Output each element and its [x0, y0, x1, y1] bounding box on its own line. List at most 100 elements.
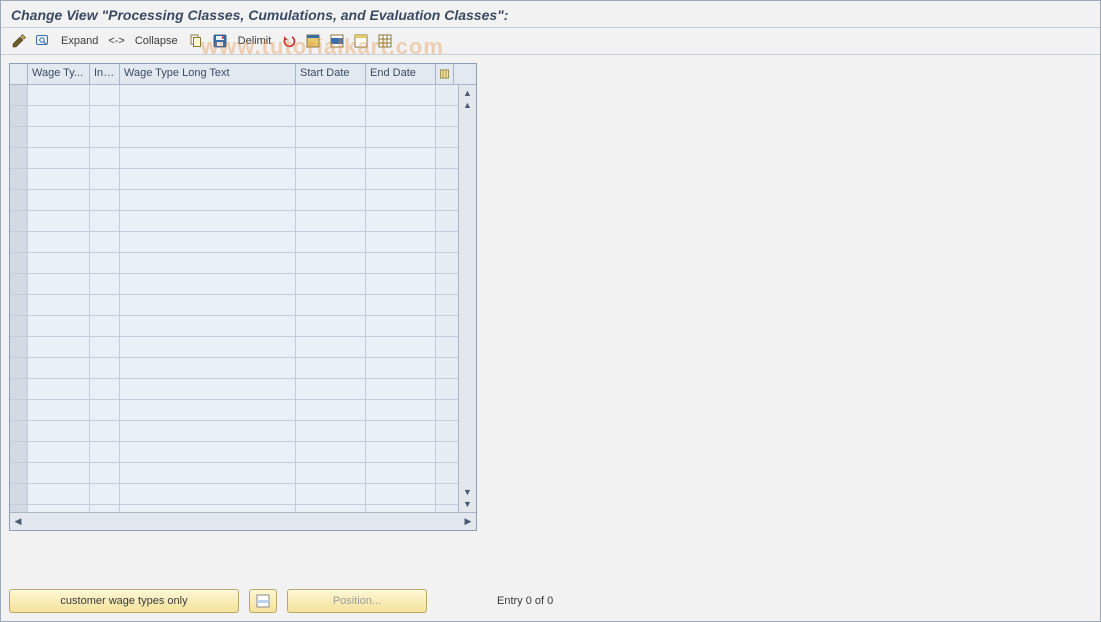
row-select-cell[interactable] [10, 169, 28, 189]
table-row[interactable] [10, 253, 458, 274]
cell-wage-type[interactable] [28, 274, 90, 294]
table-row[interactable] [10, 463, 458, 484]
cell-info[interactable] [90, 211, 120, 231]
table-row[interactable] [10, 295, 458, 316]
cell-wage-type-long[interactable] [120, 85, 296, 105]
cell-start-date[interactable] [296, 358, 366, 378]
table-row[interactable] [10, 358, 458, 379]
configuration-icon[interactable] [375, 32, 395, 50]
cell-wage-type[interactable] [28, 484, 90, 504]
table-row[interactable] [10, 85, 458, 106]
cell-wage-type[interactable] [28, 148, 90, 168]
cell-end-date[interactable] [366, 337, 436, 357]
select-block-icon[interactable] [327, 32, 347, 50]
cell-start-date[interactable] [296, 295, 366, 315]
cell-wage-type[interactable] [28, 211, 90, 231]
cell-end-date[interactable] [366, 253, 436, 273]
row-select-cell[interactable] [10, 358, 28, 378]
copy-icon[interactable] [186, 32, 206, 50]
cell-info[interactable] [90, 169, 120, 189]
cell-info[interactable] [90, 148, 120, 168]
grid-horizontal-scrollbar[interactable]: ◀ ▶ [10, 512, 476, 530]
cell-info[interactable] [90, 85, 120, 105]
table-row[interactable] [10, 127, 458, 148]
cell-end-date[interactable] [366, 85, 436, 105]
cell-start-date[interactable] [296, 169, 366, 189]
row-select-cell[interactable] [10, 337, 28, 357]
row-select-cell[interactable] [10, 295, 28, 315]
cell-end-date[interactable] [366, 379, 436, 399]
cell-start-date[interactable] [296, 505, 366, 512]
table-row[interactable] [10, 148, 458, 169]
cell-info[interactable] [90, 463, 120, 483]
collapse-button[interactable]: Collapse [131, 32, 182, 50]
cell-wage-type[interactable] [28, 232, 90, 252]
cell-wage-type-long[interactable] [120, 211, 296, 231]
table-row[interactable] [10, 106, 458, 127]
cell-wage-type-long[interactable] [120, 127, 296, 147]
cell-info[interactable] [90, 127, 120, 147]
cell-wage-type-long[interactable] [120, 484, 296, 504]
cell-end-date[interactable] [366, 106, 436, 126]
cell-info[interactable] [90, 442, 120, 462]
table-row[interactable] [10, 274, 458, 295]
cell-wage-type[interactable] [28, 190, 90, 210]
row-select-cell[interactable] [10, 421, 28, 441]
cell-wage-type-long[interactable] [120, 337, 296, 357]
cell-wage-type-long[interactable] [120, 232, 296, 252]
cell-info[interactable] [90, 190, 120, 210]
cell-start-date[interactable] [296, 253, 366, 273]
cell-start-date[interactable] [296, 400, 366, 420]
change-display-icon[interactable] [9, 32, 29, 50]
cell-wage-type-long[interactable] [120, 400, 296, 420]
cell-wage-type-long[interactable] [120, 505, 296, 512]
table-row[interactable] [10, 337, 458, 358]
row-select-cell[interactable] [10, 211, 28, 231]
table-row[interactable] [10, 484, 458, 505]
cell-wage-type[interactable] [28, 316, 90, 336]
scroll-down-icon[interactable]: ▼ [462, 486, 474, 498]
cell-wage-type[interactable] [28, 337, 90, 357]
scroll-up-icon[interactable]: ▲ [462, 99, 474, 111]
grid-header-wage-type-long[interactable]: Wage Type Long Text [120, 64, 296, 84]
row-select-cell[interactable] [10, 253, 28, 273]
cell-info[interactable] [90, 316, 120, 336]
cell-start-date[interactable] [296, 274, 366, 294]
cell-end-date[interactable] [366, 316, 436, 336]
row-select-cell[interactable] [10, 484, 28, 504]
cell-wage-type-long[interactable] [120, 253, 296, 273]
cell-info[interactable] [90, 295, 120, 315]
cell-wage-type-long[interactable] [120, 463, 296, 483]
cell-wage-type-long[interactable] [120, 421, 296, 441]
cell-wage-type-long[interactable] [120, 295, 296, 315]
cell-wage-type-long[interactable] [120, 442, 296, 462]
row-select-cell[interactable] [10, 232, 28, 252]
row-select-cell[interactable] [10, 379, 28, 399]
table-row[interactable] [10, 379, 458, 400]
row-select-cell[interactable] [10, 106, 28, 126]
cell-wage-type[interactable] [28, 505, 90, 512]
row-select-cell[interactable] [10, 442, 28, 462]
cell-info[interactable] [90, 337, 120, 357]
row-select-cell[interactable] [10, 505, 28, 512]
find-entry-icon[interactable] [33, 32, 53, 50]
cell-wage-type[interactable] [28, 358, 90, 378]
cell-wage-type[interactable] [28, 295, 90, 315]
cell-end-date[interactable] [366, 400, 436, 420]
table-row[interactable] [10, 211, 458, 232]
cell-wage-type[interactable] [28, 253, 90, 273]
scroll-up-icon[interactable]: ▲ [462, 87, 474, 99]
cell-wage-type[interactable] [28, 379, 90, 399]
cell-wage-type-long[interactable] [120, 274, 296, 294]
grid-header-start-date[interactable]: Start Date [296, 64, 366, 84]
cell-end-date[interactable] [366, 274, 436, 294]
cell-end-date[interactable] [366, 211, 436, 231]
table-row[interactable] [10, 505, 458, 512]
cell-end-date[interactable] [366, 421, 436, 441]
cell-wage-type[interactable] [28, 442, 90, 462]
grid-vertical-scrollbar[interactable]: ▲ ▲ ▼ ▼ [458, 85, 476, 512]
position-icon-button[interactable] [249, 589, 277, 613]
cell-wage-type-long[interactable] [120, 148, 296, 168]
cell-end-date[interactable] [366, 169, 436, 189]
cell-start-date[interactable] [296, 106, 366, 126]
